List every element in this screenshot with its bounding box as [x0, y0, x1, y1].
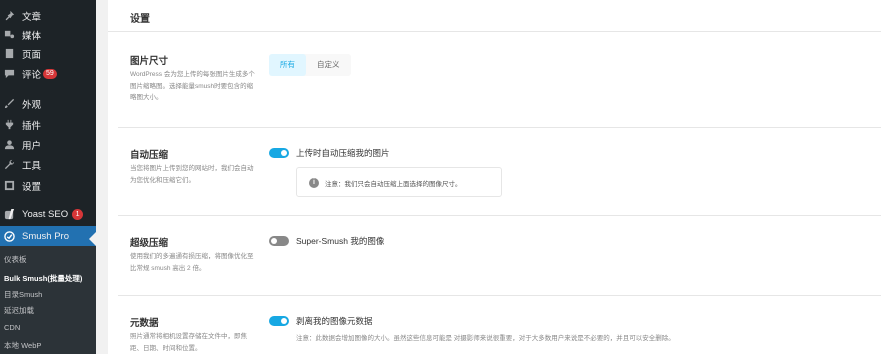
pin-icon: [4, 10, 15, 21]
tab-custom[interactable]: 自定义: [306, 54, 351, 76]
sidebar-item-label: Yoast SEO: [22, 209, 69, 220]
sidebar-item-yoast-seo[interactable]: Yoast SEO 1: [0, 205, 96, 224]
yoast-notification-badge: 1: [72, 209, 84, 220]
smush-submenu: 仪表板 Bulk Smush(批量处理) 目录Smush 延迟加载 CDN 本地…: [0, 246, 96, 354]
user-icon: [4, 139, 15, 150]
toggle-knob: [271, 238, 277, 244]
metadata-note: 注意：此数据会增加图像的大小。虽然这些信息可能是 对摄影师来说很重要，对于大多数…: [296, 335, 675, 342]
sidebar-item-label: 工具: [22, 160, 42, 172]
wrench-icon: [4, 159, 15, 170]
auto-compress-notice: i 注意：我们只会自动压缩上面选择的图像尺寸。: [296, 167, 502, 197]
sidebar-item-settings[interactable]: 设置: [0, 176, 96, 195]
sidebar-item-posts[interactable]: 文章: [0, 6, 96, 25]
yoast-icon: [4, 209, 15, 220]
image-sizes-label: 图片尺寸: [130, 56, 169, 67]
page-title: 设置: [130, 14, 150, 25]
page-icon: [4, 48, 15, 59]
sidebar-item-label: 设置: [22, 181, 42, 193]
sidebar-item-label: 评论: [22, 69, 42, 81]
sidebar-item-comments[interactable]: 评论 59: [0, 64, 96, 83]
sidebar-item-label: 插件: [22, 120, 42, 132]
submenu-item-local-webp[interactable]: 本地 WebP: [4, 340, 41, 351]
card-header: 设置: [108, 0, 881, 32]
image-sizes-description: WordPress 会为您上传的每张图片生成多个图片缩略图。选择能量smush时…: [130, 71, 255, 101]
media-icon: [4, 29, 15, 40]
sidebar-item-smush-pro[interactable]: Smush Pro: [0, 226, 96, 246]
info-icon: i: [309, 178, 319, 188]
sidebar-item-label: 外观: [22, 99, 42, 111]
app-window: 文章 媒体 页面 评论 59 外观 插件 用户 工具 设置 Yoast SEO …: [0, 0, 881, 354]
sidebar-item-label: 页面: [22, 49, 42, 61]
sidebar-item-label: 媒体: [22, 30, 42, 42]
auto-compress-toggle[interactable]: [269, 148, 289, 158]
sidebar-item-label: Smush Pro: [22, 230, 69, 242]
super-smush-label: 超级压缩: [130, 238, 169, 249]
appearance-icon: [4, 98, 15, 109]
auto-compress-toggle-label[interactable]: 上传时自动压缩我的图片: [296, 147, 390, 159]
metadata-label: 元数据: [130, 318, 159, 329]
super-smush-toggle[interactable]: [269, 236, 289, 246]
settings-card: 设置 图片尺寸 WordPress 会为您上传的每张图片生成多个图片缩略图。选择…: [108, 0, 881, 354]
comment-icon: [4, 68, 15, 79]
section-divider: [118, 215, 881, 216]
toggle-knob: [281, 318, 287, 324]
super-smush-description: 使用我们的多遍通有损压缩，将图像优化至比常规 smush 高出 2 倍。: [130, 253, 254, 272]
tab-all[interactable]: 所有: [269, 54, 306, 76]
toggle-knob: [281, 150, 287, 156]
submenu-item-dashboard[interactable]: 仪表板: [4, 254, 27, 265]
image-sizes-tabs: 所有 自定义: [269, 54, 351, 76]
submenu-item-bulk-smush[interactable]: Bulk Smush(批量处理): [4, 273, 82, 284]
notice-text: 注意：我们只会自动压缩上面选择的图像尺寸。: [325, 181, 462, 188]
sidebar-item-appearance[interactable]: 外观: [0, 94, 96, 113]
super-smush-toggle-label[interactable]: Super-Smush 我的图像: [296, 235, 384, 247]
submenu-item-cdn[interactable]: CDN: [4, 323, 20, 332]
settings-icon: [4, 180, 15, 191]
auto-compress-description: 当您将图片上传到您的网站时，我们会自动为您优化和压缩它们。: [130, 165, 254, 184]
sidebar-item-media[interactable]: 媒体: [0, 25, 96, 44]
submenu-item-lazy-load[interactable]: 延迟加载: [4, 305, 34, 316]
admin-sidebar: 文章 媒体 页面 评论 59 外观 插件 用户 工具 设置 Yoast SEO …: [0, 0, 96, 354]
strip-metadata-toggle[interactable]: [269, 316, 289, 326]
smush-icon: [4, 230, 15, 242]
section-divider: [118, 295, 881, 296]
sidebar-item-plugins[interactable]: 插件: [0, 115, 96, 134]
strip-metadata-toggle-label[interactable]: 剥离我的图像元数据: [296, 315, 373, 327]
sidebar-item-label: 用户: [22, 140, 42, 152]
submenu-item-directory-smush[interactable]: 目录Smush: [4, 289, 42, 300]
sidebar-item-label: 文章: [22, 11, 42, 23]
sidebar-item-tools[interactable]: 工具: [0, 155, 96, 174]
metadata-description: 照片通常将相机设置存储在文件中，即焦距、日期、时间和位置。: [130, 333, 247, 352]
active-indicator-arrow: [89, 232, 96, 246]
plugin-icon: [4, 119, 15, 130]
comments-count-badge: 59: [43, 68, 57, 79]
sidebar-item-pages[interactable]: 页面: [0, 44, 96, 63]
auto-compress-label: 自动压缩: [130, 150, 169, 161]
sidebar-item-users[interactable]: 用户: [0, 135, 96, 154]
section-divider: [118, 127, 881, 128]
